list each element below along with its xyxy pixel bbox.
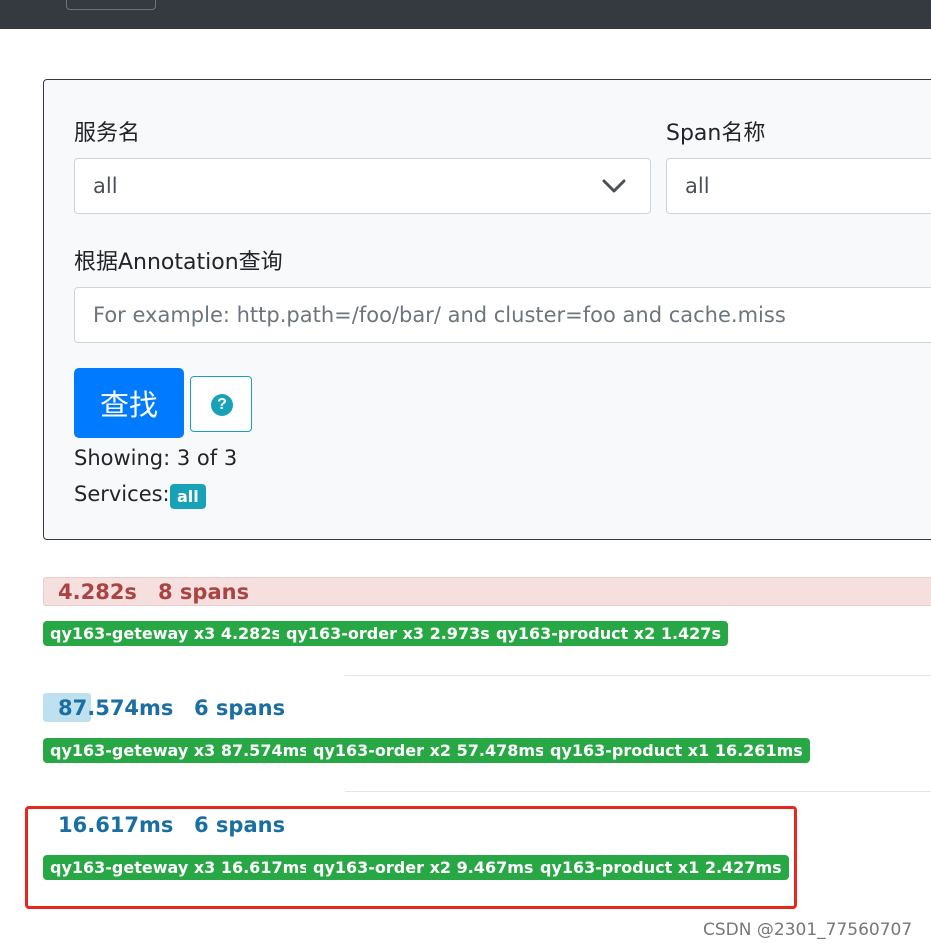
- search-button[interactable]: 查找: [74, 368, 184, 438]
- top-navbar: [0, 0, 931, 29]
- service-name-select[interactable]: all: [74, 158, 651, 214]
- service-badge: qy163-product x2 1.427s: [489, 621, 728, 646]
- trace-span-count: 6 spans: [194, 696, 286, 720]
- service-badge: qy163-product x1 16.261ms: [543, 738, 810, 763]
- service-name-label: 服务名: [74, 121, 141, 146]
- span-name-select[interactable]: all: [666, 158, 931, 214]
- trace-span-count: 8 spans: [158, 580, 250, 604]
- service-badge: qy163-geteway x3 4.282s: [43, 621, 288, 646]
- services-label: Services:: [74, 482, 170, 506]
- annotation-query-input[interactable]: [74, 287, 931, 343]
- trace-divider: [345, 675, 931, 676]
- annotation-query-label: 根据Annotation查询: [74, 250, 283, 275]
- trace-divider: [345, 791, 931, 792]
- service-badge: qy163-order x3 2.973s: [279, 621, 497, 646]
- showing-count: Showing: 3 of 3: [74, 446, 238, 470]
- services-filter-badge[interactable]: all: [170, 484, 206, 509]
- span-name-label: Span名称: [666, 121, 766, 146]
- red-highlight-box: [25, 806, 797, 909]
- chevron-down-icon: [602, 179, 626, 193]
- span-name-value: all: [685, 174, 710, 198]
- service-badge: qy163-order x2 57.478ms: [306, 738, 552, 763]
- watermark: CSDN @2301_77560707: [703, 920, 913, 940]
- service-badge: qy163-geteway x3 87.574ms: [43, 738, 316, 763]
- question-circle-icon: ?: [211, 394, 233, 416]
- help-button[interactable]: ?: [190, 376, 252, 432]
- trace-duration: 87.574ms: [58, 696, 174, 720]
- service-name-value: all: [93, 174, 118, 198]
- trace-duration: 4.282s: [58, 580, 137, 604]
- navbar-toggle-button[interactable]: [66, 0, 156, 10]
